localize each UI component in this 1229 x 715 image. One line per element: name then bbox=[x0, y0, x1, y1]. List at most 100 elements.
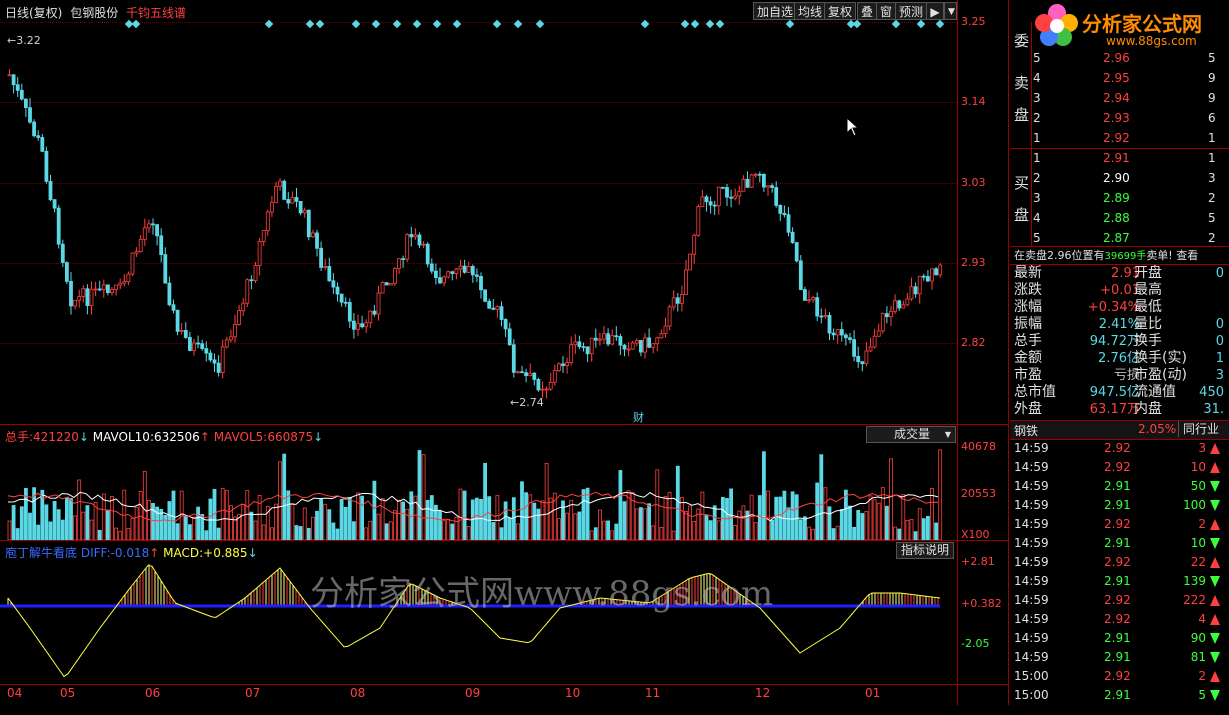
sector-bar[interactable]: 钢铁 2.05% 同行业 bbox=[1010, 420, 1229, 440]
candle-body bbox=[405, 234, 410, 260]
stat-value: 1 bbox=[1215, 351, 1224, 366]
candle-body bbox=[196, 342, 201, 345]
peer-industry-button[interactable]: 同行业 bbox=[1178, 421, 1219, 437]
tick-volume: 139 bbox=[1183, 574, 1206, 588]
tick-price: 2.91 bbox=[1104, 479, 1131, 493]
candle-body bbox=[647, 337, 651, 348]
candle-body bbox=[696, 206, 701, 236]
orderbook-row[interactable]: 3 2.94 9 bbox=[1033, 88, 1223, 108]
candle-body bbox=[712, 204, 717, 207]
tick-row[interactable]: 14:59 2.91 90 bbox=[1014, 629, 1226, 648]
volume-bar bbox=[671, 530, 676, 540]
stat-value: 3 bbox=[1215, 368, 1224, 383]
candle-body bbox=[893, 300, 897, 312]
candle-body bbox=[528, 372, 533, 377]
volume-bar bbox=[827, 506, 832, 540]
candle-body bbox=[516, 371, 520, 374]
candle-body bbox=[721, 186, 725, 189]
tick-volume: 22 bbox=[1190, 555, 1206, 569]
candle-body bbox=[655, 337, 660, 345]
tick-row[interactable]: 15:00 2.91 5 bbox=[1014, 686, 1226, 705]
candle-body bbox=[733, 195, 738, 199]
candle-body bbox=[392, 268, 397, 284]
tick-row[interactable]: 14:59 2.92 10 bbox=[1014, 458, 1226, 477]
orderbook-row[interactable]: 3 2.89 2 bbox=[1033, 188, 1223, 208]
volume-bar bbox=[446, 519, 451, 540]
tick-row[interactable]: 14:59 2.91 50 bbox=[1014, 477, 1226, 496]
stat-label: 流通值 bbox=[1134, 384, 1176, 400]
volume-bar bbox=[425, 499, 430, 540]
candle-body bbox=[614, 335, 619, 338]
volume-bar bbox=[856, 510, 861, 540]
candle-body bbox=[499, 306, 504, 320]
tick-volume: 222 bbox=[1183, 593, 1206, 607]
volume-bar bbox=[860, 513, 865, 540]
arrow-down-icon bbox=[1210, 652, 1220, 663]
orderbook-row[interactable]: 4 2.88 5 bbox=[1033, 208, 1223, 228]
candle-body bbox=[315, 232, 319, 249]
tick-time: 14:59 bbox=[1014, 555, 1049, 569]
volume-bar bbox=[36, 524, 41, 540]
volume-bar bbox=[803, 516, 807, 540]
volume-bar bbox=[11, 505, 16, 540]
stat-value: +0.34% bbox=[1087, 300, 1140, 315]
candle-body bbox=[122, 281, 127, 284]
volume-bar bbox=[507, 517, 512, 540]
volume-bar bbox=[794, 494, 799, 540]
volume-bar bbox=[897, 528, 902, 540]
volume-bar bbox=[926, 515, 930, 540]
candle-body bbox=[298, 200, 303, 214]
tick-row[interactable]: 14:59 2.91 81 bbox=[1014, 648, 1226, 667]
volume-bar bbox=[516, 523, 520, 540]
volume-bar bbox=[532, 502, 537, 540]
volume-bar bbox=[364, 527, 369, 540]
orderbook-row[interactable]: 1 2.91 1 bbox=[1033, 148, 1223, 168]
arrow-up-icon bbox=[1210, 519, 1220, 530]
tick-row[interactable]: 14:59 2.92 4 bbox=[1014, 610, 1226, 629]
orderbook-row[interactable]: 5 2.96 5 bbox=[1033, 48, 1223, 68]
volume-bar bbox=[487, 496, 492, 540]
tick-row[interactable]: 14:59 2.91 139 bbox=[1014, 572, 1226, 591]
volume-bar bbox=[606, 520, 610, 540]
tick-row[interactable]: 14:59 2.91 10 bbox=[1014, 534, 1226, 553]
big-order-notice[interactable]: 在卖盘2.96位置有39699手卖单! 查看 bbox=[1014, 248, 1226, 264]
indicator-help-button[interactable]: 指标说明 bbox=[896, 542, 955, 559]
tick-row[interactable]: 14:59 2.91 100 bbox=[1014, 496, 1226, 515]
tick-volume: 10 bbox=[1190, 536, 1206, 550]
orderbook-row[interactable]: 1 2.92 1 bbox=[1033, 128, 1223, 148]
candle-body bbox=[692, 234, 697, 255]
volume-bar bbox=[536, 508, 541, 540]
orderbook-row[interactable]: 2 2.90 3 bbox=[1033, 168, 1223, 188]
candle-body bbox=[774, 187, 779, 206]
tick-row[interactable]: 14:59 2.92 222 bbox=[1014, 591, 1226, 610]
volume-bar bbox=[913, 531, 918, 540]
tick-row[interactable]: 14:59 2.92 3 bbox=[1014, 439, 1226, 458]
candle-body bbox=[671, 297, 676, 308]
volume-bar bbox=[65, 497, 69, 540]
volume-bar bbox=[729, 488, 733, 540]
orderbook-row[interactable]: 4 2.95 9 bbox=[1033, 68, 1223, 88]
candle-body bbox=[815, 297, 820, 317]
orderbook-row[interactable]: 5 2.87 2 bbox=[1033, 228, 1223, 248]
candle-body bbox=[581, 346, 586, 349]
volume-bar bbox=[712, 505, 717, 540]
x-tick: 09 bbox=[465, 686, 481, 700]
volume-bar bbox=[73, 515, 77, 540]
tick-row[interactable]: 15:00 2.92 2 bbox=[1014, 667, 1226, 686]
candle-body bbox=[269, 202, 274, 213]
volume-bar bbox=[101, 493, 106, 540]
volume-bar bbox=[175, 523, 180, 540]
candlestick-plot bbox=[7, 69, 943, 399]
candle-body bbox=[585, 346, 590, 355]
kline-chart-panel[interactable]: 日线(复权) 包钢股份 千钧五线谱 加自选 均线 复权 叠 窗 预测 ▶ ▼ 3… bbox=[0, 0, 1009, 705]
volume-bar bbox=[298, 526, 303, 540]
orderbook-row[interactable]: 2 2.93 6 bbox=[1033, 108, 1223, 128]
candle-body bbox=[208, 352, 213, 361]
tick-row[interactable]: 14:59 2.92 22 bbox=[1014, 553, 1226, 572]
tick-row[interactable]: 14:59 2.92 2 bbox=[1014, 515, 1226, 534]
volume-bar bbox=[458, 488, 463, 540]
candle-body bbox=[606, 333, 610, 345]
volume-bar bbox=[351, 521, 356, 540]
candle-body bbox=[81, 288, 86, 297]
volume-bar bbox=[684, 510, 688, 540]
